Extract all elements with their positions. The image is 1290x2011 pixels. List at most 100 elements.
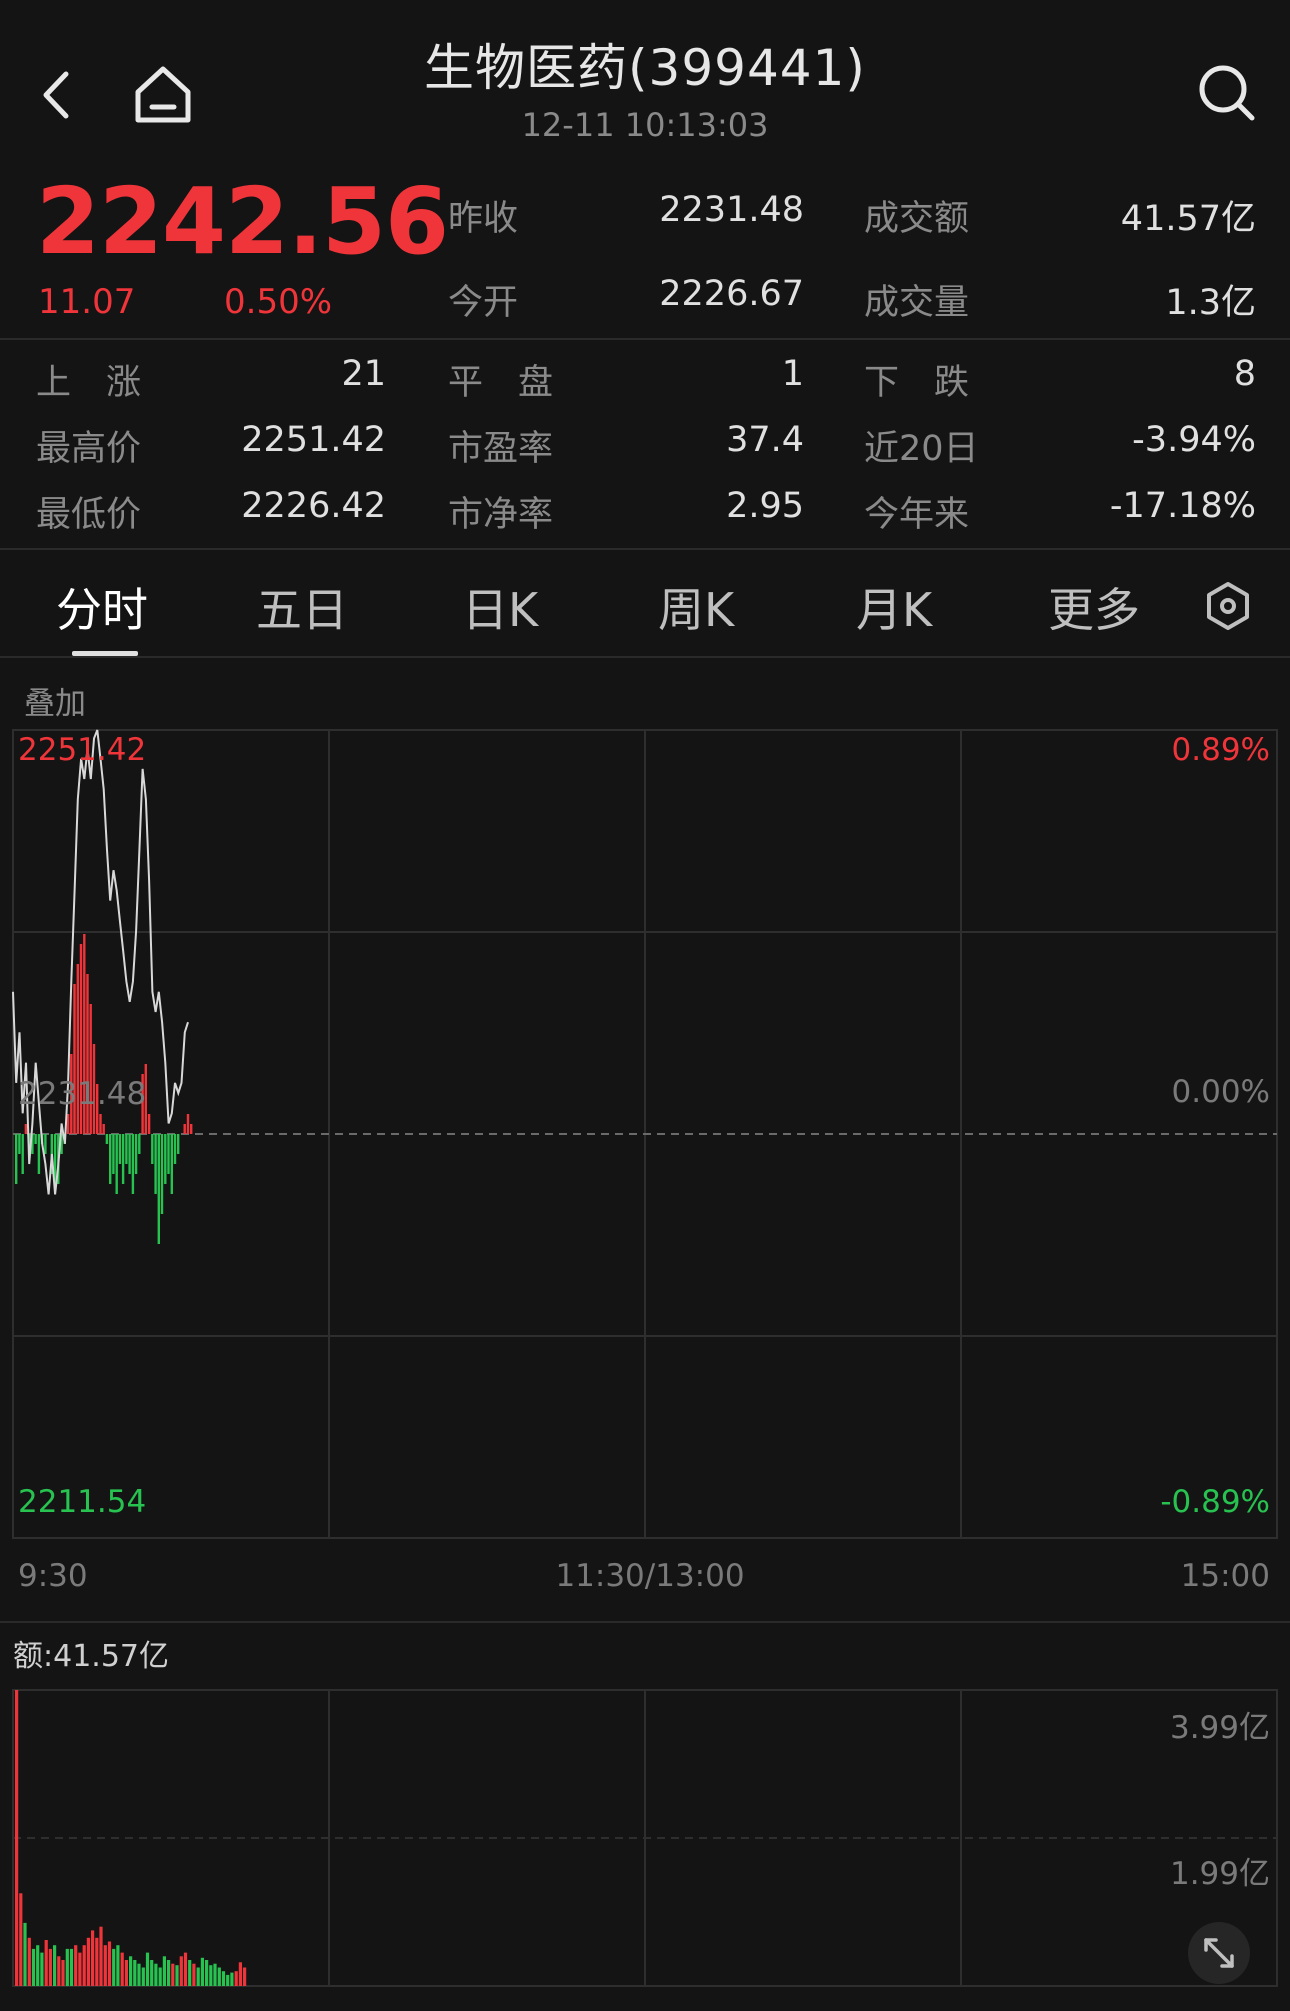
volume-bar [162, 1956, 166, 1986]
volume-bar [53, 1945, 57, 1986]
stat-label: 平 盘 [448, 363, 554, 403]
tab-five-day[interactable]: 五日 [256, 574, 348, 640]
delta-bar [105, 1134, 109, 1144]
stat-label: 今年来 [864, 495, 970, 535]
page-title: 生物医药(399441) [424, 39, 866, 97]
delta-bar [183, 1124, 186, 1134]
volume-bar [103, 1945, 107, 1986]
volume-bar [31, 1948, 36, 1986]
volume-bar [209, 1965, 213, 1986]
stat-value: -3.94% [1132, 420, 1256, 460]
delta-bar [138, 1134, 141, 1154]
delta-bar [99, 1114, 102, 1134]
stat-label: 最高价 [36, 429, 142, 469]
volume-bar [19, 1893, 23, 1986]
tab-monthly-k[interactable]: 月K [856, 574, 932, 640]
header: 生物医药(399441) 12-11 10:13:03 [0, 0, 1290, 160]
stat-value: 2226.67 [659, 274, 804, 314]
volume-bar [179, 1956, 183, 1986]
volume-label-middle: 1.99亿 [1170, 1856, 1270, 1892]
volume-bar [57, 1956, 61, 1986]
volume-bar [82, 1945, 86, 1986]
delta-bar [186, 1114, 190, 1134]
stat-label: 最低价 [36, 495, 142, 535]
volume-bar [192, 1963, 196, 1986]
volume-bar [23, 1922, 27, 1986]
volume-bar [36, 1945, 40, 1986]
stat-label: 下 跌 [864, 363, 970, 403]
delta-bar [128, 1134, 131, 1174]
delta-bar [157, 1134, 160, 1244]
turnover-title: 额:41.57亿 [13, 1639, 169, 1674]
volume-bar [238, 1962, 242, 1986]
delta-bar [37, 1134, 41, 1174]
volume-bar [78, 1952, 82, 1986]
x-tick-midday: 11:30/13:00 [555, 1558, 744, 1594]
tab-more[interactable]: 更多 [1048, 574, 1140, 640]
stat-label: 近20日 [864, 429, 979, 469]
delta-bar [154, 1134, 157, 1194]
delta-bar [167, 1134, 170, 1174]
x-tick-close: 15:00 [1181, 1558, 1270, 1594]
search-button[interactable] [1192, 58, 1262, 128]
volume-bar [221, 1971, 226, 1986]
stat-label: 成交量 [864, 283, 970, 323]
stat-value: 2226.42 [241, 486, 386, 526]
delta-bar [170, 1134, 173, 1194]
expand-arrows-icon [1204, 1938, 1234, 1968]
delta-bar [109, 1134, 112, 1184]
settings-hexagon-icon [1207, 582, 1249, 630]
y-label-high: 2251.42 [18, 732, 146, 768]
volume-bar [150, 1960, 154, 1986]
volume-bar [61, 1960, 65, 1986]
price-chart-grid [12, 729, 1278, 1539]
delta-bar [147, 1114, 151, 1134]
volume-bar [230, 1972, 234, 1986]
volume-bar [91, 1930, 95, 1986]
tab-intraday[interactable]: 分时 [56, 574, 148, 640]
stat-label: 成交额 [864, 199, 970, 239]
volume-bar [226, 1974, 230, 1986]
volume-bar [120, 1952, 124, 1986]
volume-bar [116, 1945, 120, 1986]
delta-bar [160, 1134, 164, 1214]
delta-bar [134, 1134, 138, 1174]
volume-bar [171, 1963, 175, 1986]
divider [0, 548, 1290, 550]
volume-bar [200, 1957, 204, 1986]
delta-bar [24, 1124, 28, 1134]
volume-bar [137, 1963, 141, 1986]
delta-bar [115, 1134, 118, 1194]
delta-bar [18, 1134, 21, 1154]
delta-bar [151, 1134, 154, 1164]
delta-bar [21, 1134, 24, 1174]
volume-bar [217, 1967, 221, 1986]
volume-bar [112, 1948, 116, 1986]
volume-label-top: 3.99亿 [1170, 1710, 1270, 1746]
tab-weekly-k[interactable]: 周K [658, 574, 734, 640]
search-icon [1199, 65, 1255, 121]
y-label-pct-low: -0.89% [1160, 1484, 1270, 1520]
y-label-low: 2211.54 [18, 1484, 146, 1520]
divider [0, 338, 1290, 340]
stat-value: 21 [341, 354, 386, 394]
volume-bar [243, 1967, 247, 1986]
volume-bar [183, 1952, 188, 1986]
fullscreen-button[interactable] [1188, 1922, 1250, 1984]
volume-bar [141, 1967, 145, 1986]
volume-bar [175, 1965, 179, 1986]
stat-label: 今开 [448, 283, 519, 323]
delta-bar [44, 1134, 47, 1154]
volume-bar [234, 1971, 238, 1986]
stat-value: 1 [781, 354, 804, 394]
volume-bar [99, 1926, 103, 1986]
delta-bar [15, 1134, 18, 1184]
stat-value: 2231.48 [659, 190, 804, 230]
current-price: 2242.56 [36, 168, 449, 275]
tab-daily-k[interactable]: 日K [462, 574, 538, 640]
chart-settings-button[interactable] [1200, 578, 1256, 634]
delta-bar [112, 1134, 115, 1174]
volume-bar [40, 1952, 44, 1986]
delta-bar [34, 1134, 37, 1144]
delta-bar [190, 1124, 193, 1134]
